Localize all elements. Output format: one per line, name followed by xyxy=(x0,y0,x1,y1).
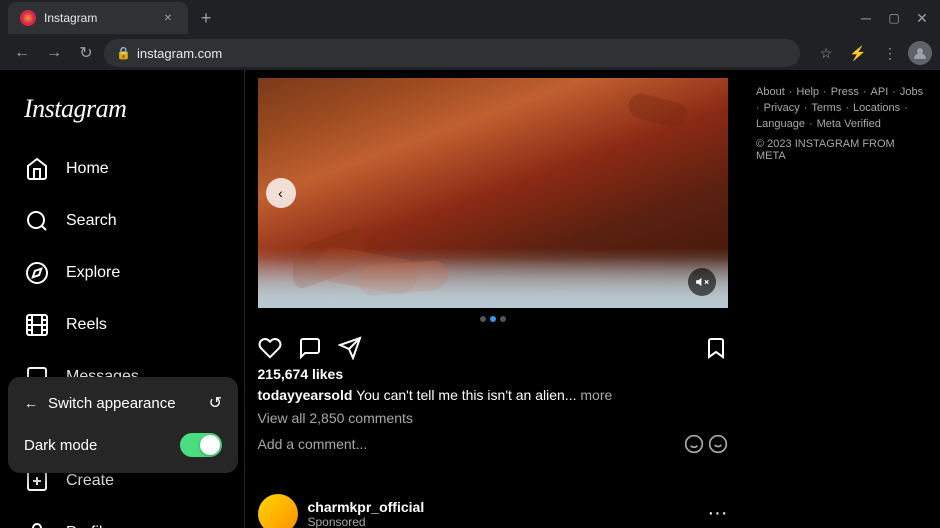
close-window-button[interactable]: ✕ xyxy=(912,8,932,28)
like-button[interactable] xyxy=(258,336,282,360)
address-text: instagram.com xyxy=(137,46,222,61)
ssl-lock-icon: 🔒 xyxy=(116,46,131,60)
tab-favicon xyxy=(20,10,36,26)
footer-link-locations[interactable]: Locations xyxy=(853,102,900,114)
footer-link-jobs[interactable]: Jobs xyxy=(900,86,923,98)
menu-button[interactable]: ⋮ xyxy=(876,39,904,67)
sponsored-more-button[interactable]: ··· xyxy=(708,502,728,525)
right-panel: About · Help · Press · API · Jobs · Priv… xyxy=(740,70,940,528)
main-content: ‹ xyxy=(245,70,740,528)
new-tab-button[interactable]: + xyxy=(192,4,220,32)
post-image-octopus xyxy=(258,78,728,308)
extensions-button[interactable]: ⚡ xyxy=(844,39,872,67)
reels-label: Reels xyxy=(66,316,107,334)
post-card-2: charmkpr_official Sponsored ··· xyxy=(258,482,728,528)
view-all-comments[interactable]: View all 2,850 comments xyxy=(258,410,728,426)
feed: ‹ xyxy=(258,70,728,528)
dark-mode-toggle[interactable] xyxy=(180,433,222,457)
home-label: Home xyxy=(66,160,109,178)
popup-close-icon[interactable]: ↺ xyxy=(209,393,222,413)
sponsored-info: charmkpr_official Sponsored xyxy=(308,499,698,528)
sponsored-username[interactable]: charmkpr_official xyxy=(308,499,698,515)
tab-bar: Instagram ✕ + ─ ▢ ✕ xyxy=(0,0,940,36)
dot-2 xyxy=(490,316,496,322)
save-button[interactable] xyxy=(704,336,728,360)
footer-link-press[interactable]: Press xyxy=(831,86,859,98)
footer-link-privacy[interactable]: Privacy xyxy=(764,102,800,114)
browser-actions: ☆ ⚡ ⋮ xyxy=(812,39,932,67)
footer-link-meta-verified[interactable]: Meta Verified xyxy=(817,118,881,130)
add-comment-row: Add a comment... xyxy=(258,430,728,458)
reload-button[interactable]: ↻ xyxy=(72,39,100,67)
browser-controls: ← → ↻ 🔒 instagram.com ☆ ⚡ ⋮ xyxy=(0,36,940,70)
popup-header[interactable]: ← Switch appearance ↺ xyxy=(16,385,230,421)
bookmark-button[interactable]: ☆ xyxy=(812,39,840,67)
footer-link-language[interactable]: Language xyxy=(756,118,805,130)
sponsored-avatar xyxy=(258,494,298,528)
post-image-container: ‹ xyxy=(258,78,728,308)
footer-link-terms[interactable]: Terms xyxy=(811,102,841,114)
sidebar: Instagram Home Search xyxy=(0,70,245,528)
sidebar-item-search[interactable]: Search xyxy=(12,196,232,246)
tab-title: Instagram xyxy=(44,11,97,25)
back-button[interactable]: ← xyxy=(8,39,36,67)
footer-links: About · Help · Press · API · Jobs · Priv… xyxy=(756,86,924,130)
maximize-button[interactable]: ▢ xyxy=(884,8,904,28)
home-icon xyxy=(24,156,50,182)
dark-mode-row: Dark mode xyxy=(16,425,230,465)
profile-icon xyxy=(24,520,50,528)
sidebar-item-explore[interactable]: Explore xyxy=(12,248,232,298)
post-more-link[interactable]: more xyxy=(580,387,612,403)
switch-appearance-popup: ← Switch appearance ↺ Dark mode xyxy=(8,377,238,473)
footer-link-help[interactable]: Help xyxy=(796,86,819,98)
dark-mode-label: Dark mode xyxy=(24,437,180,454)
minimize-button[interactable]: ─ xyxy=(856,8,876,28)
sponsored-label: Sponsored xyxy=(308,515,698,528)
comment-button[interactable] xyxy=(298,336,322,360)
app-container: Instagram Home Search xyxy=(0,70,940,528)
explore-icon xyxy=(24,260,50,286)
sponsored-header: charmkpr_official Sponsored ··· xyxy=(258,482,728,528)
explore-label: Explore xyxy=(66,264,120,282)
volume-icon[interactable] xyxy=(688,268,716,296)
sidebar-item-home[interactable]: Home xyxy=(12,144,232,194)
profile-label: Profile xyxy=(66,524,111,528)
tab-close-button[interactable]: ✕ xyxy=(160,10,176,26)
footer-link-about[interactable]: About xyxy=(756,86,785,98)
footer-link-api[interactable]: API xyxy=(871,86,889,98)
post-likes: 215,674 likes xyxy=(258,366,728,382)
popup-title: Switch appearance xyxy=(48,395,176,412)
post-nav-left[interactable]: ‹ xyxy=(266,178,296,208)
sidebar-item-reels[interactable]: Reels xyxy=(12,300,232,350)
browser-chrome: Instagram ✕ + ─ ▢ ✕ ← → ↻ 🔒 instagram.co… xyxy=(0,0,940,70)
active-tab[interactable]: Instagram ✕ xyxy=(8,2,188,34)
back-arrow-icon: ← xyxy=(24,395,38,411)
create-label: Create xyxy=(66,472,114,490)
reels-icon xyxy=(24,312,50,338)
dot-3 xyxy=(500,316,506,322)
post-caption-text: You can't tell me this isn't an alien... xyxy=(356,387,576,403)
user-avatar[interactable] xyxy=(908,41,932,65)
sidebar-item-profile[interactable]: Profile xyxy=(12,508,232,528)
post-actions xyxy=(258,330,728,366)
dot-1 xyxy=(480,316,486,322)
address-bar[interactable]: 🔒 instagram.com xyxy=(104,39,800,67)
share-button[interactable] xyxy=(338,336,362,360)
post-card-1: ‹ xyxy=(258,78,728,458)
post-caption: todayyearsold You can't tell me this isn… xyxy=(258,386,728,406)
search-label: Search xyxy=(66,212,117,230)
footer-copyright: © 2023 INSTAGRAM FROM META xyxy=(756,138,924,162)
instagram-logo: Instagram xyxy=(12,78,232,144)
dot-indicators xyxy=(258,308,728,330)
add-comment-input[interactable]: Add a comment... xyxy=(258,436,684,452)
toggle-knob xyxy=(200,435,220,455)
post-username[interactable]: todayyearsold xyxy=(258,387,353,403)
forward-button[interactable]: → xyxy=(40,39,68,67)
search-icon xyxy=(24,208,50,234)
emoji-buttons[interactable] xyxy=(684,434,728,454)
